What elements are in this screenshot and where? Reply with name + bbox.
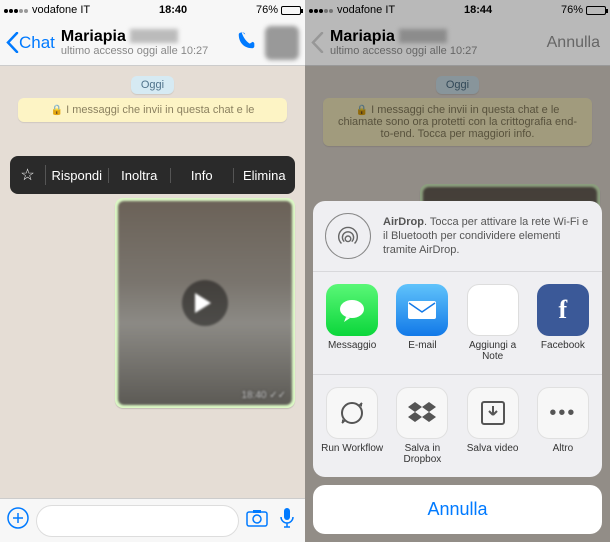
save-video-icon — [467, 387, 519, 439]
share-notes[interactable]: Aggiungi a Note — [458, 284, 528, 362]
notes-icon — [467, 284, 519, 336]
status-bar: vodafone IT 18:40 76% — [0, 0, 305, 20]
signal-icon — [4, 4, 29, 16]
chat-header: Chat Mariapia ultimo accesso oggi alle 1… — [0, 20, 305, 66]
day-chip: Oggi — [131, 76, 174, 94]
cancel-button[interactable]: Annulla — [313, 485, 602, 534]
battery-icon — [281, 6, 301, 15]
battery-percent: 76% — [256, 4, 278, 16]
carrier-label: vodafone IT — [32, 4, 90, 16]
call-icon[interactable] — [235, 29, 259, 56]
chat-area: Oggi 🔒 I messaggi che invii in questa ch… — [0, 66, 305, 498]
star-button[interactable]: ☆ — [10, 165, 46, 185]
camera-icon[interactable] — [245, 508, 269, 533]
app-row-2: Run Workflow Salva in Dropbox Salva vide… — [313, 375, 602, 477]
facebook-icon: f — [537, 284, 589, 336]
screenshot-left: vodafone IT 18:40 76% Chat Mariapia ulti… — [0, 0, 305, 542]
blurred-surname — [130, 29, 178, 43]
back-button[interactable]: Chat — [6, 32, 55, 53]
reply-button[interactable]: Rispondi — [46, 168, 109, 183]
action-save-video[interactable]: Salva video — [458, 387, 528, 465]
mail-icon — [396, 284, 448, 336]
app-row-1: Messaggio E-mail Aggiungi a Note f Faceb… — [313, 272, 602, 375]
video-timestamp: 18:40 ✓✓ — [241, 390, 286, 401]
info-button[interactable]: Info — [171, 168, 234, 183]
share-facebook[interactable]: f Facebook — [528, 284, 598, 362]
message-context-menu: ☆ Rispondi Inoltra Info Elimina — [10, 156, 295, 194]
screenshot-right: vodafone IT 18:44 76% Mariapia ultimo ac… — [305, 0, 610, 542]
airdrop-row[interactable]: AirDrop. Tocca per attivare la rete Wi-F… — [313, 201, 602, 272]
play-icon[interactable] — [182, 280, 228, 326]
more-icon: ••• — [537, 387, 589, 439]
messages-icon — [326, 284, 378, 336]
clock: 18:40 — [159, 4, 187, 16]
video-message-bubble[interactable]: 18:40 ✓✓ — [115, 198, 295, 408]
avatar[interactable] — [265, 26, 299, 60]
contact-name[interactable]: Mariapia — [61, 28, 126, 45]
airdrop-text: AirDrop. Tocca per attivare la rete Wi-F… — [383, 215, 590, 258]
mic-icon[interactable] — [275, 507, 299, 534]
video-thumbnail: 18:40 ✓✓ — [118, 201, 292, 405]
share-message[interactable]: Messaggio — [317, 284, 387, 362]
message-input[interactable] — [36, 505, 239, 537]
encryption-notice: 🔒 I messaggi che invii in questa chat e … — [18, 98, 288, 122]
workflow-icon — [326, 387, 378, 439]
action-dropbox[interactable]: Salva in Dropbox — [387, 387, 457, 465]
input-bar — [0, 498, 305, 542]
forward-button[interactable]: Inoltra — [109, 168, 172, 183]
delete-button[interactable]: Elimina — [234, 168, 296, 183]
airdrop-icon — [325, 213, 371, 259]
share-email[interactable]: E-mail — [387, 284, 457, 362]
attach-icon[interactable] — [6, 506, 30, 535]
action-more[interactable]: ••• Altro — [528, 387, 598, 465]
dropbox-icon — [396, 387, 448, 439]
action-workflow[interactable]: Run Workflow — [317, 387, 387, 465]
share-sheet: AirDrop. Tocca per attivare la rete Wi-F… — [313, 201, 602, 534]
last-seen: ultimo accesso oggi alle 10:27 — [61, 45, 229, 57]
